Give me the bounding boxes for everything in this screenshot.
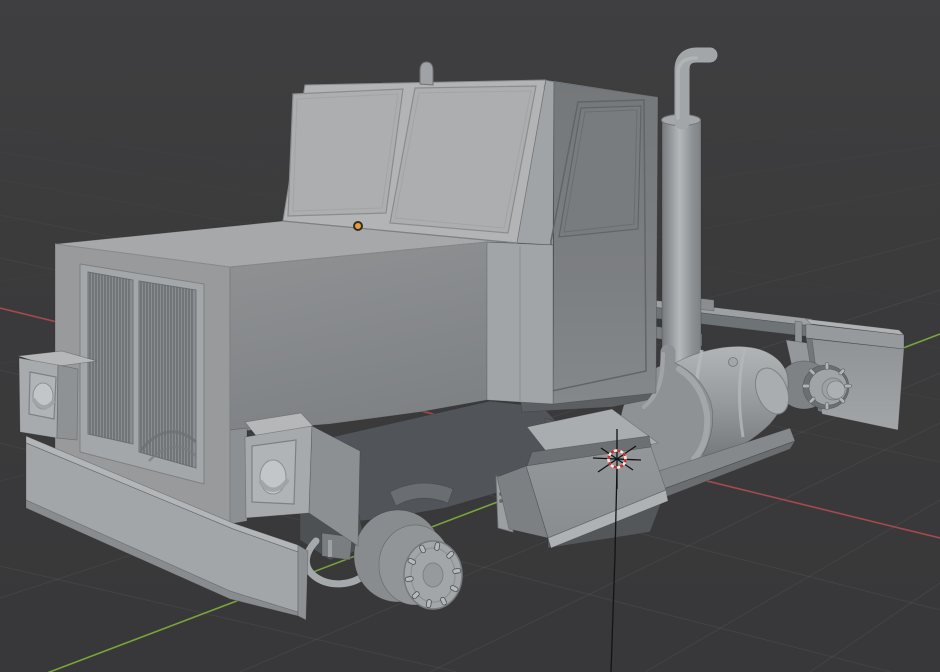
fender-strip: [229, 427, 248, 525]
hub-stud: [824, 402, 830, 410]
hub-stud: [802, 383, 810, 389]
cab-corner-lower: [484, 241, 554, 405]
muffler: [661, 119, 702, 379]
hood-side: [229, 241, 488, 433]
hub-stud: [404, 576, 414, 582]
tank-filler-cap: [728, 357, 738, 367]
hub-stud: [452, 568, 462, 574]
hub-stud: [425, 599, 432, 608]
object-origin-dot: [353, 221, 363, 231]
blender-3d-viewport[interactable]: [0, 0, 940, 672]
rear-hub-cap-face: [826, 380, 846, 400]
hub-stud: [844, 383, 852, 389]
headlight-box-left-side: [56, 364, 79, 441]
bumper-end: [297, 544, 309, 621]
hub-stud: [434, 542, 441, 551]
viewport-canvas[interactable]: [0, 0, 940, 672]
windshield-pane-left: [287, 88, 404, 217]
front-hub-center: [422, 562, 444, 588]
hub-stud: [824, 362, 830, 370]
roof-horn: [419, 61, 434, 86]
